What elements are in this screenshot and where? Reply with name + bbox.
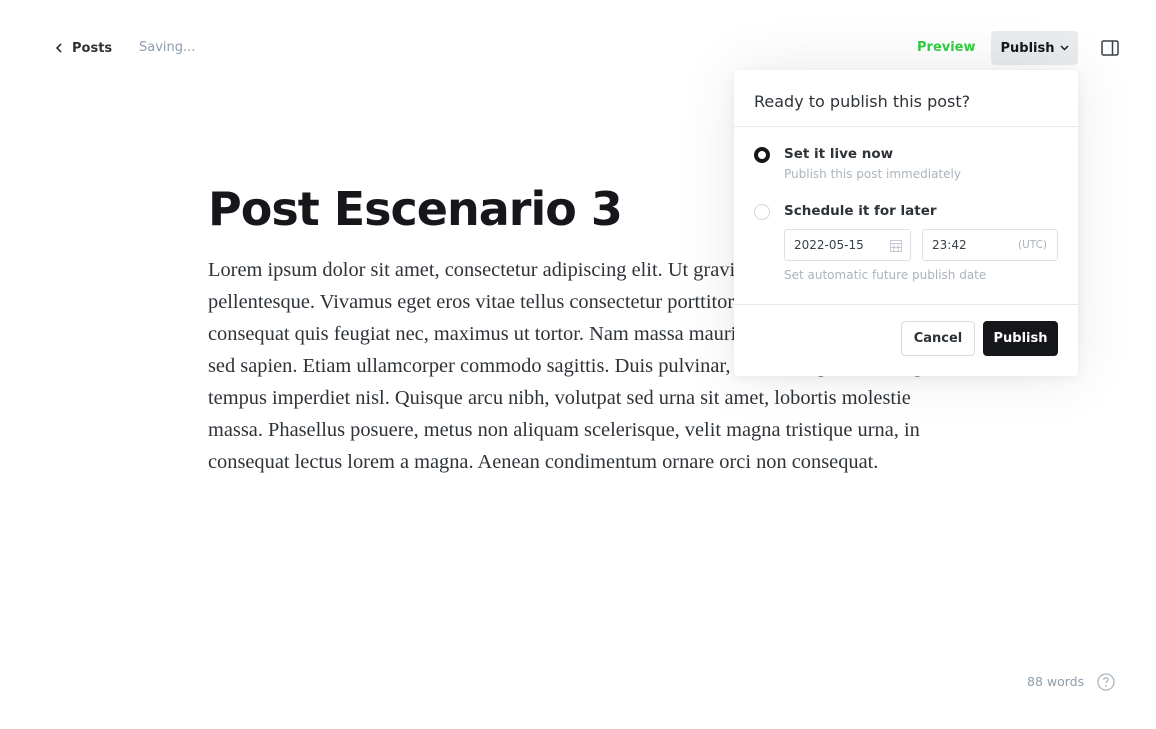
top-bar-left: Posts [55, 38, 112, 58]
back-label: Posts [72, 40, 113, 56]
sidebar-toggle-icon[interactable] [1101, 40, 1119, 56]
word-count: 88 words [1027, 674, 1085, 689]
publish-menu-label: Publish [1000, 40, 1055, 56]
radio-live-now[interactable] [754, 147, 770, 163]
date-value: 2022-05-15 [794, 238, 864, 252]
popup-title: Ready to publish this post? [754, 92, 971, 111]
post-title[interactable]: Post Escenario 3 [208, 182, 623, 236]
help-icon[interactable] [1097, 673, 1115, 691]
chevron-left-icon [55, 43, 62, 53]
divider [734, 304, 1078, 305]
back-to-posts-link[interactable]: Posts [55, 41, 112, 56]
timezone-label: (UTC) [1017, 239, 1047, 251]
option-schedule-label: Schedule it for later [784, 203, 937, 219]
preview-button[interactable]: Preview [917, 40, 976, 55]
chevron-down-icon [1060, 45, 1068, 51]
option-live-now-description: Publish this post immediately [784, 167, 961, 181]
schedule-hint: Set automatic future publish date [784, 268, 987, 282]
publish-menu-button[interactable]: Publish [991, 31, 1078, 65]
divider [734, 126, 1078, 127]
date-input[interactable]: 2022-05-15 [784, 229, 911, 261]
radio-schedule[interactable] [754, 204, 770, 220]
publish-button[interactable]: Publish [983, 321, 1058, 356]
option-live-now-label: Set it live now [784, 146, 894, 162]
time-input[interactable]: 23:42 (UTC) [922, 229, 1058, 261]
cancel-button[interactable]: Cancel [901, 321, 975, 356]
save-status: Saving... [139, 40, 196, 55]
publish-popup: Ready to publish this post? Set it live … [734, 70, 1078, 376]
time-value: 23:42 [932, 238, 967, 252]
calendar-icon [890, 240, 902, 252]
